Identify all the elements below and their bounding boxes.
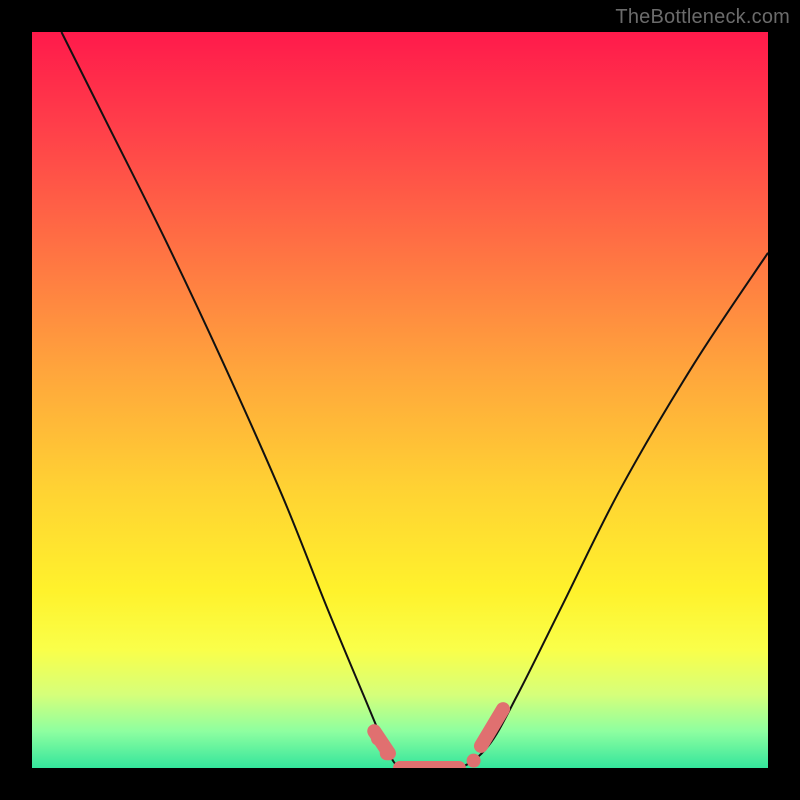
highlight-point (371, 732, 385, 746)
highlight-point (467, 754, 481, 768)
highlight-markers (371, 709, 503, 768)
curve-layer (32, 32, 768, 768)
watermark-text: TheBottleneck.com (615, 6, 790, 29)
chart-frame: TheBottleneck.com (0, 0, 800, 800)
highlight-point (380, 746, 394, 760)
bottleneck-curve (61, 32, 768, 768)
plot-area (32, 32, 768, 768)
highlight-segment (481, 709, 503, 746)
